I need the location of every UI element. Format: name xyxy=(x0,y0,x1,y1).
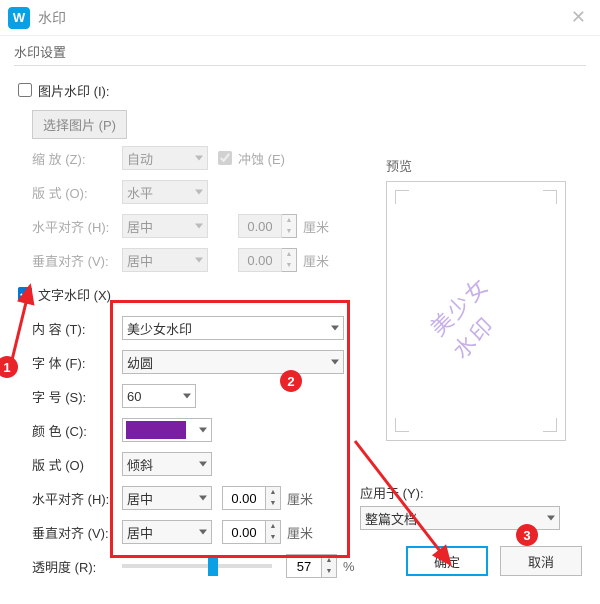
opacity-slider[interactable] xyxy=(122,564,272,568)
img-halign-spin: ▲▼ xyxy=(238,214,297,238)
window-title: 水印 xyxy=(38,8,565,28)
font-label: 字 体 (F): xyxy=(32,353,122,372)
img-valign-spin: ▲▼ xyxy=(238,248,297,272)
unit-cm: 厘米 xyxy=(303,217,329,236)
scale-label: 缩 放 (Z): xyxy=(32,149,122,168)
percent-sign: % xyxy=(343,559,355,574)
unit-cm: 厘米 xyxy=(303,251,329,270)
text-watermark-checkbox[interactable] xyxy=(18,287,32,301)
preview-panel: 预览 美少女水印 xyxy=(386,156,576,441)
scale-select: 自动 xyxy=(122,146,208,170)
preview-page: 美少女水印 xyxy=(386,181,566,441)
select-image-button: 选择图片 (P) xyxy=(32,110,127,139)
app-logo: W xyxy=(8,7,30,29)
badge-2: 2 xyxy=(280,370,302,392)
divider xyxy=(14,65,586,66)
preview-title: 预览 xyxy=(386,156,576,175)
close-icon[interactable]: ✕ xyxy=(565,7,592,28)
txt-layout-label: 版 式 (O) xyxy=(32,455,122,474)
img-valign-label: 垂直对齐 (V): xyxy=(32,251,122,270)
size-label: 字 号 (S): xyxy=(32,387,122,406)
text-watermark-label: 文字水印 (X) xyxy=(38,285,111,304)
washout-label: 冲蚀 (E) xyxy=(238,149,285,168)
img-valign-select: 居中 xyxy=(122,248,208,272)
washout-checkbox xyxy=(218,151,232,165)
img-watermark-checkbox[interactable] xyxy=(18,83,32,97)
content-label: 内 容 (T): xyxy=(32,319,122,338)
titlebar: W 水印 ✕ xyxy=(0,0,600,36)
ok-button[interactable]: 确定 xyxy=(406,546,488,576)
img-layout-select: 水平 xyxy=(122,180,208,204)
badge-3: 3 xyxy=(516,524,538,546)
apply-to-label: 应用于 (Y): xyxy=(360,483,582,502)
txt-halign-label: 水平对齐 (H): xyxy=(32,489,122,508)
slider-thumb[interactable] xyxy=(208,558,218,576)
preview-watermark-text: 美少女水印 xyxy=(422,257,530,365)
img-layout-label: 版 式 (O): xyxy=(32,183,122,202)
opacity-label: 透明度 (R): xyxy=(32,557,122,576)
txt-valign-label: 垂直对齐 (V): xyxy=(32,523,122,542)
group-title: 水印设置 xyxy=(14,42,586,61)
img-watermark-label: 图片水印 (I): xyxy=(38,81,110,100)
annotation-box xyxy=(110,300,350,558)
cancel-button[interactable]: 取消 xyxy=(500,546,582,576)
color-label: 颜 色 (C): xyxy=(32,421,122,440)
img-halign-select: 居中 xyxy=(122,214,208,238)
img-halign-label: 水平对齐 (H): xyxy=(32,217,122,236)
